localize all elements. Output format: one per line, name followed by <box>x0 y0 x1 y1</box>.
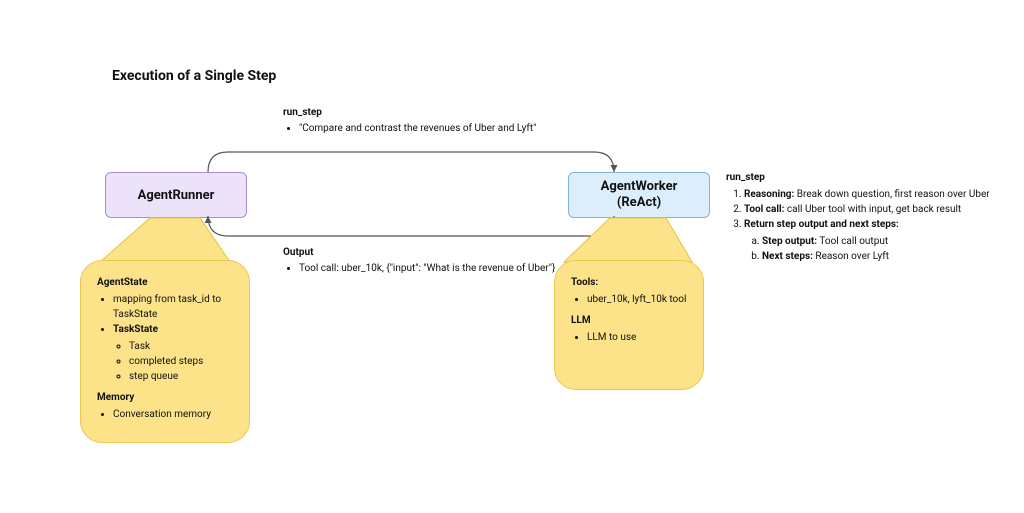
tools-heading: Tools: <box>571 275 687 290</box>
memory-heading: Memory <box>97 390 233 405</box>
annotation-heading: run_step <box>726 170 1016 185</box>
annotation-step-2: Tool call: call Uber tool with input, ge… <box>744 202 1016 217</box>
memory-item: Conversation memory <box>113 407 233 422</box>
taskstate-task: Task <box>129 339 233 354</box>
agent-runner-label: AgentRunner <box>138 188 215 203</box>
taskstate-completed: completed steps <box>129 354 233 369</box>
llm-item: LLM to use <box>587 330 687 345</box>
agent-worker-config-blob: Tools: uber_10k, lyft_10k tool LLM LLM t… <box>554 260 704 390</box>
diagram-canvas: Execution of a Single Step run_step "Com… <box>0 0 1024 513</box>
output-heading: Output <box>283 246 555 260</box>
agent-worker-node: AgentWorker (ReAct) <box>568 172 710 218</box>
run-step-top-label: run_step "Compare and contrast the reven… <box>283 106 536 136</box>
run-step-top-bullet: "Compare and contrast the revenues of Ub… <box>299 122 536 136</box>
agentstate-heading: AgentState <box>97 275 233 290</box>
taskstate-queue: step queue <box>129 369 233 384</box>
agent-runner-node: AgentRunner <box>105 172 247 218</box>
annotation-step-3: Return step output and next steps: Step … <box>744 217 1016 264</box>
annotation-step-3a: Step output: Tool call output <box>762 234 1016 249</box>
llm-heading: LLM <box>571 313 687 328</box>
annotation-step-3b: Next steps: Reason over Lyft <box>762 249 1016 264</box>
agent-worker-label-1: AgentWorker <box>601 179 678 195</box>
taskstate-heading: TaskState <box>113 324 158 335</box>
agent-runner-state-blob: AgentState mapping from task_id to TaskS… <box>80 260 250 443</box>
output-bullet: Tool call: uber_10k, {"input": "What is … <box>299 262 555 276</box>
run-step-top-heading: run_step <box>283 106 536 120</box>
annotation-step-1: Reasoning: Break down question, first re… <box>744 187 1016 202</box>
agent-worker-label-2: (ReAct) <box>617 195 661 211</box>
output-label: Output Tool call: uber_10k, {"input": "W… <box>283 246 555 276</box>
tools-item: uber_10k, lyft_10k tool <box>587 292 687 307</box>
agentstate-item-mapping: mapping from task_id to TaskState <box>113 292 233 322</box>
run-step-annotation: run_step Reasoning: Break down question,… <box>726 170 1016 264</box>
diagram-title: Execution of a Single Step <box>112 68 276 84</box>
